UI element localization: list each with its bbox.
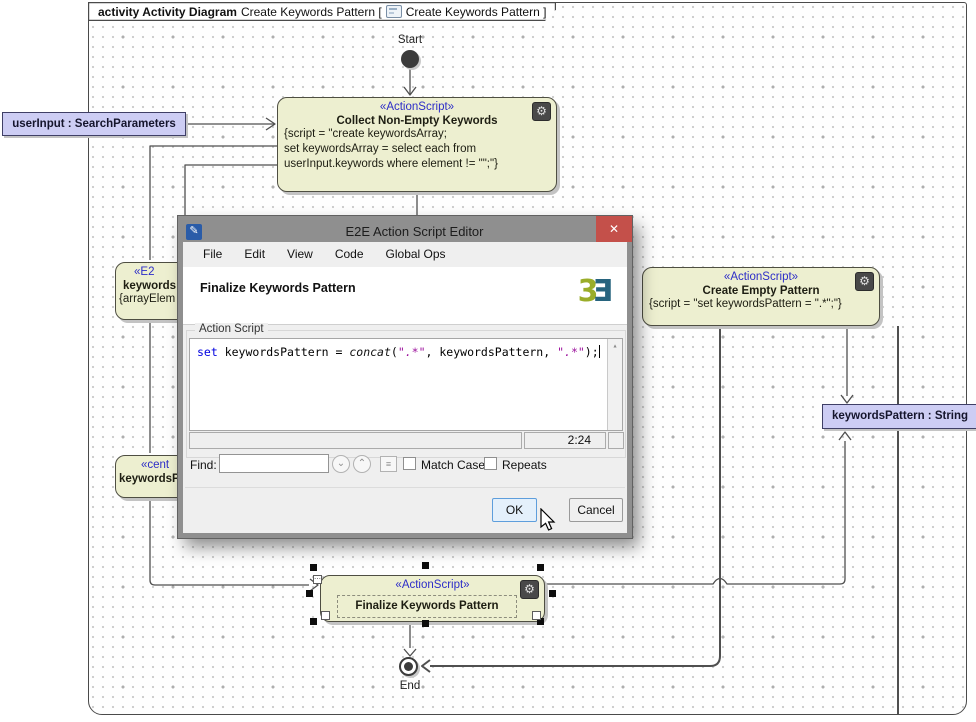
edited-action-name: Finalize Keywords Pattern <box>200 281 356 295</box>
script-text: userInput.keywords where element != "";"… <box>278 157 556 172</box>
dialog-header: Finalize Keywords Pattern 3E <box>183 267 627 325</box>
action-collect-keywords[interactable]: «ActionScript» Collect Non-Empty Keyword… <box>277 97 557 192</box>
code-editor[interactable]: set keywordsPattern = concat(".*", keywo… <box>189 338 623 431</box>
menu-edit[interactable]: Edit <box>233 242 276 267</box>
selection-handle[interactable] <box>537 564 544 571</box>
smart-manipulator[interactable] <box>532 611 541 620</box>
stereotype-label: «ActionScript» <box>321 576 544 591</box>
start-label: Start <box>388 34 432 46</box>
selection-handle[interactable] <box>310 618 317 625</box>
activity-final-node[interactable] <box>399 657 418 676</box>
smart-manipulator[interactable] <box>321 611 330 620</box>
status-cell-small <box>608 432 624 449</box>
match-case-checkbox[interactable] <box>403 457 416 470</box>
smart-manipulator[interactable]: ⋯ <box>313 575 322 584</box>
app-window-icon: ✎ <box>186 224 202 240</box>
action-name: Collect Non-Empty Keywords <box>278 113 556 127</box>
close-button[interactable]: ✕ <box>596 216 632 242</box>
gear-icon[interactable]: ⚙ <box>520 580 539 599</box>
frame-title-name: Create Keywords Pattern [ <box>241 5 382 19</box>
cancel-button[interactable]: Cancel <box>569 498 623 522</box>
find-next-icon[interactable]: ⌄ <box>332 455 350 473</box>
action-finalize-keywords-pattern[interactable]: «ActionScript» Finalize Keywords Pattern… <box>320 575 545 622</box>
logo-glyph-teal: E <box>596 274 614 309</box>
selection-handle[interactable] <box>422 620 429 627</box>
repeats-checkbox[interactable] <box>484 457 497 470</box>
ok-button[interactable]: OK <box>492 498 537 522</box>
menu-code[interactable]: Code <box>324 242 375 267</box>
repeats-label: Repeats <box>502 458 547 472</box>
application-canvas: activity Activity Diagram Create Keyword… <box>0 0 976 722</box>
scroll-up-icon[interactable]: ▴ <box>613 341 618 350</box>
selection-handle[interactable] <box>306 590 313 597</box>
diagram-frame-header: activity Activity Diagram Create Keyword… <box>88 2 556 21</box>
activity-diagram-icon <box>386 5 402 18</box>
e2e-logo-icon: 3E <box>578 274 613 309</box>
code-line[interactable]: set keywordsPattern = concat(".*", keywo… <box>197 345 600 359</box>
object-node-userinput[interactable]: userInput : SearchParameters <box>2 112 186 136</box>
action-script-editor-dialog: ✎ E2E Action Script Editor ✕ File Edit V… <box>178 216 632 538</box>
highlight-all-icon[interactable]: ≡ <box>380 456 397 472</box>
find-label: Find: <box>190 458 217 472</box>
stereotype-label: «ActionScript» <box>278 98 556 113</box>
action-name: Create Empty Pattern <box>643 283 879 297</box>
object-node-keywordspattern[interactable]: keywordsPattern : String <box>822 404 976 429</box>
dialog-menubar: File Edit View Code Global Ops <box>183 242 627 267</box>
status-cell-empty <box>189 432 522 449</box>
selection-handle[interactable] <box>310 564 317 571</box>
end-label: End <box>388 680 432 692</box>
stereotype-label: «ActionScript» <box>643 268 879 283</box>
button-separator <box>185 487 625 488</box>
match-case-label: Match Case <box>421 458 485 472</box>
menu-view[interactable]: View <box>276 242 324 267</box>
menu-global-ops[interactable]: Global Ops <box>375 242 457 267</box>
selection-handle[interactable] <box>549 590 556 597</box>
gear-icon[interactable]: ⚙ <box>855 272 874 291</box>
logo-glyph-green: 3 <box>578 274 596 309</box>
frame-title-keyword: activity Activity Diagram <box>98 5 237 19</box>
editor-scrollbar[interactable]: ▴ <box>607 339 622 430</box>
dialog-titlebar[interactable]: ✎ E2E Action Script Editor ✕ <box>183 221 627 242</box>
action-script-group: Action Script set keywordsPattern = conc… <box>186 330 626 458</box>
find-toolbar: Find: ⌄ ⌃ ≡ Match Case Repeats <box>183 453 627 479</box>
caret-position-indicator: 2:24 <box>524 432 606 449</box>
menu-file[interactable]: File <box>192 242 233 267</box>
dialog-title: E2E Action Script Editor <box>202 224 627 239</box>
group-label: Action Script <box>195 323 268 335</box>
gear-icon[interactable]: ⚙ <box>532 102 551 121</box>
script-text: {script = "set keywordsPattern = ".*";"} <box>643 297 879 312</box>
selection-handle[interactable] <box>422 562 429 569</box>
initial-node[interactable] <box>401 50 419 68</box>
frame-title-ref: Create Keywords Pattern ] <box>406 5 547 19</box>
script-text: {script = "create keywordsArray; <box>278 127 556 142</box>
action-create-empty-pattern[interactable]: «ActionScript» Create Empty Pattern {scr… <box>642 267 880 326</box>
action-name-edit-box[interactable]: Finalize Keywords Pattern <box>337 595 517 618</box>
script-text: set keywordsArray = select each from <box>278 142 556 157</box>
find-input[interactable] <box>219 454 329 473</box>
find-previous-icon[interactable]: ⌃ <box>353 455 371 473</box>
